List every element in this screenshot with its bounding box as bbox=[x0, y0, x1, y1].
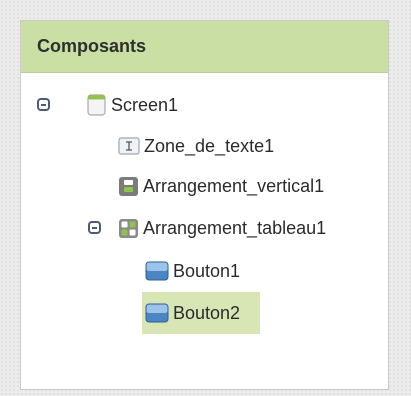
screen-icon bbox=[87, 94, 106, 116]
tree-item-arrangement-vertical1[interactable]: Arrangement_vertical1 bbox=[118, 167, 324, 205]
tree-item-label: Screen1 bbox=[111, 94, 179, 115]
button-icon bbox=[145, 261, 169, 281]
tree-item-bouton1[interactable]: Bouton1 bbox=[145, 252, 240, 290]
tree-item-label: Bouton1 bbox=[173, 260, 241, 281]
panel-title: Composants bbox=[21, 21, 388, 73]
tree-item-zone-de-texte1[interactable]: Zone_de_texte1 bbox=[118, 127, 274, 165]
components-panel: Composants Screen1 Zone_de_texte1 Arrang… bbox=[20, 20, 389, 390]
tree-item-label: Bouton2 bbox=[173, 302, 241, 323]
textbox-icon bbox=[118, 137, 140, 155]
collapse-arrangement-tableau1-toggle[interactable] bbox=[88, 221, 101, 234]
collapse-screen1-toggle[interactable] bbox=[37, 98, 50, 111]
tree-item-arrangement-tableau1[interactable]: Arrangement_tableau1 bbox=[118, 209, 326, 247]
vertical-arrangement-icon bbox=[119, 176, 138, 196]
tree-item-screen1[interactable]: Screen1 bbox=[87, 86, 178, 124]
tree-item-label: Arrangement_tableau1 bbox=[143, 217, 327, 238]
tree-item-label: Zone_de_texte1 bbox=[144, 135, 275, 156]
button-icon bbox=[145, 303, 169, 323]
tree-item-bouton2[interactable]: Bouton2 bbox=[142, 292, 260, 334]
table-arrangement-icon bbox=[119, 218, 138, 238]
tree-item-label: Arrangement_vertical1 bbox=[143, 175, 325, 196]
